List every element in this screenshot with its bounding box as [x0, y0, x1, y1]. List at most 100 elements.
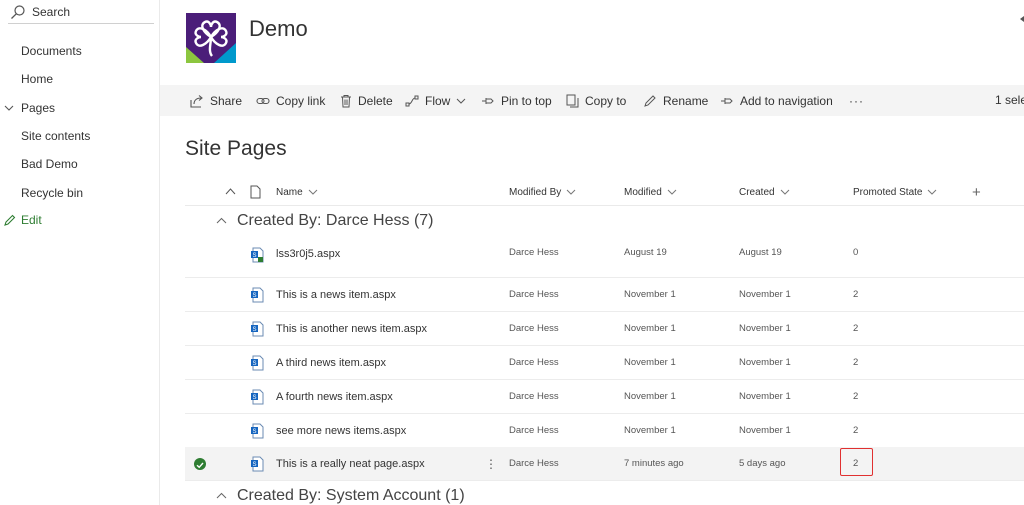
header-divider: [185, 205, 1024, 206]
modified-by-cell[interactable]: Darce Hess: [509, 414, 559, 448]
column-header-name[interactable]: Name: [276, 182, 318, 202]
pencil-icon: [4, 214, 16, 226]
table-row[interactable]: S A fourth news item.aspx Darce Hess Nov…: [185, 380, 1024, 414]
flow-button[interactable]: Flow: [405, 85, 472, 116]
share-icon: [190, 94, 203, 108]
column-header-modified-by[interactable]: Modified By: [509, 182, 576, 202]
column-header-created[interactable]: Created: [739, 182, 790, 202]
chevron-down-icon: [667, 189, 677, 195]
nav-item-home[interactable]: Home: [21, 70, 53, 88]
chevron-down-icon: [566, 189, 576, 195]
modified-cell: November 1: [624, 289, 676, 300]
edit-nav-link[interactable]: Edit: [3, 213, 42, 227]
site-logo[interactable]: [186, 13, 236, 63]
nav-item-pages[interactable]: Pages: [21, 99, 55, 117]
chevron-down-icon[interactable]: [3, 102, 15, 114]
table-row[interactable]: S see more news items.aspx Darce Hess No…: [185, 414, 1024, 448]
table-row[interactable]: S This is another news item.aspx Darce H…: [185, 312, 1024, 346]
rename-label: Rename: [663, 93, 709, 108]
page-title: Site Pages: [185, 137, 287, 160]
pencil-icon: [644, 94, 656, 107]
link-icon: [256, 97, 270, 104]
file-name-link[interactable]: A third news item.aspx: [276, 346, 386, 380]
file-type-icon[interactable]: [250, 185, 261, 199]
group-header[interactable]: Created By: System Account (1): [216, 487, 465, 505]
pin-to-top-button[interactable]: Pin to top: [481, 85, 552, 116]
modified-cell: November 1: [624, 357, 676, 368]
modified-by-cell[interactable]: Darce Hess: [509, 236, 559, 270]
column-modified-by-label: Modified By: [509, 186, 562, 198]
nav-item-site-contents[interactable]: Site contents: [21, 127, 90, 145]
created-cell: August 19: [739, 247, 782, 258]
more-actions-icon[interactable]: ⋮: [485, 447, 497, 481]
aspx-file-icon: S: [251, 389, 264, 405]
share-button[interactable]: Share: [190, 85, 242, 116]
add-column-button[interactable]: +: [972, 182, 981, 202]
file-name-link[interactable]: lss3r0j5.aspx: [276, 236, 340, 270]
nav-item-recycle-bin[interactable]: Recycle bin: [21, 184, 83, 202]
more-label: ···: [849, 93, 864, 108]
chevron-down-icon: [456, 98, 466, 104]
search-label: Search: [32, 4, 71, 19]
command-bar: Share Copy link Delete Flow Pin to top C…: [160, 85, 1024, 116]
modified-by-cell[interactable]: Darce Hess: [509, 312, 559, 346]
table-row-selected[interactable]: S This is a really neat page.aspx ⋮ Darc…: [185, 447, 1024, 481]
file-name-link[interactable]: This is a news item.aspx: [276, 278, 396, 312]
selection-count: 1 sele: [995, 93, 1024, 107]
promoted-state-cell: 2: [853, 425, 859, 436]
modified-by-cell[interactable]: Darce Hess: [509, 278, 559, 312]
modified-by-cell[interactable]: Darce Hess: [509, 346, 559, 380]
add-to-navigation-button[interactable]: Add to navigation: [720, 85, 833, 116]
file-name-link[interactable]: This is another news item.aspx: [276, 312, 427, 346]
svg-text:S: S: [252, 361, 256, 367]
aspx-file-icon: S: [251, 247, 264, 263]
checkmark-icon: [196, 462, 204, 469]
site-title[interactable]: Demo: [249, 16, 308, 42]
search-box[interactable]: Search: [8, 0, 154, 24]
pin-to-top-label: Pin to top: [501, 93, 552, 108]
created-cell: November 1: [739, 357, 791, 368]
file-name-link[interactable]: see more news items.aspx: [276, 414, 406, 448]
aspx-file-icon: S: [251, 423, 264, 439]
group-label: Created By: System Account (1): [237, 487, 465, 504]
chevron-down-icon: [308, 189, 318, 195]
copy-to-button[interactable]: Copy to: [566, 85, 626, 116]
modified-by-cell[interactable]: Darce Hess: [509, 380, 559, 414]
rename-button[interactable]: Rename: [643, 85, 708, 116]
share-label: Share: [210, 93, 243, 108]
svg-text:S: S: [252, 429, 256, 435]
modified-cell: 7 minutes ago: [624, 458, 684, 469]
delete-button[interactable]: Delete: [340, 85, 393, 116]
group-header[interactable]: Created By: Darce Hess (7): [216, 212, 434, 230]
table-row[interactable]: S lss3r0j5.aspx Darce Hess August 19 Aug…: [185, 236, 1024, 278]
copy-link-button[interactable]: Copy link: [256, 85, 325, 116]
copy-icon: [566, 94, 579, 107]
table-row[interactable]: S A third news item.aspx Darce Hess Nove…: [185, 346, 1024, 380]
group-label: Created By: Darce Hess (7): [237, 212, 434, 229]
column-header-promoted-state[interactable]: Promoted State: [853, 182, 937, 202]
chevron-up-icon[interactable]: [225, 187, 236, 197]
add-to-navigation-label: Add to navigation: [740, 93, 833, 108]
aspx-file-icon: S: [251, 321, 264, 337]
modified-cell: November 1: [624, 425, 676, 436]
chevron-down-icon: [780, 189, 789, 195]
more-button[interactable]: ···: [849, 85, 864, 116]
trash-icon: [341, 94, 351, 107]
file-name-link[interactable]: A fourth news item.aspx: [276, 380, 393, 414]
svg-text:S: S: [252, 293, 256, 299]
nav-item-bad-demo[interactable]: Bad Demo: [21, 155, 78, 173]
column-name-label: Name: [276, 186, 303, 198]
svg-text:S: S: [252, 327, 256, 333]
column-header-modified[interactable]: Modified: [624, 182, 677, 202]
star-icon[interactable]: [1018, 16, 1024, 24]
nav-item-documents[interactable]: Documents: [21, 42, 82, 60]
promoted-state-cell: 2: [853, 323, 859, 334]
file-name-link[interactable]: This is a really neat page.aspx: [276, 447, 425, 481]
svg-text:S: S: [252, 462, 256, 468]
modified-by-cell[interactable]: Darce Hess: [509, 447, 559, 481]
table-row[interactable]: S This is a news item.aspx Darce Hess No…: [185, 278, 1024, 312]
row-check-icon[interactable]: [194, 458, 206, 470]
flow-icon: [405, 95, 419, 106]
search-icon: [11, 4, 25, 19]
svg-text:S: S: [252, 395, 256, 401]
